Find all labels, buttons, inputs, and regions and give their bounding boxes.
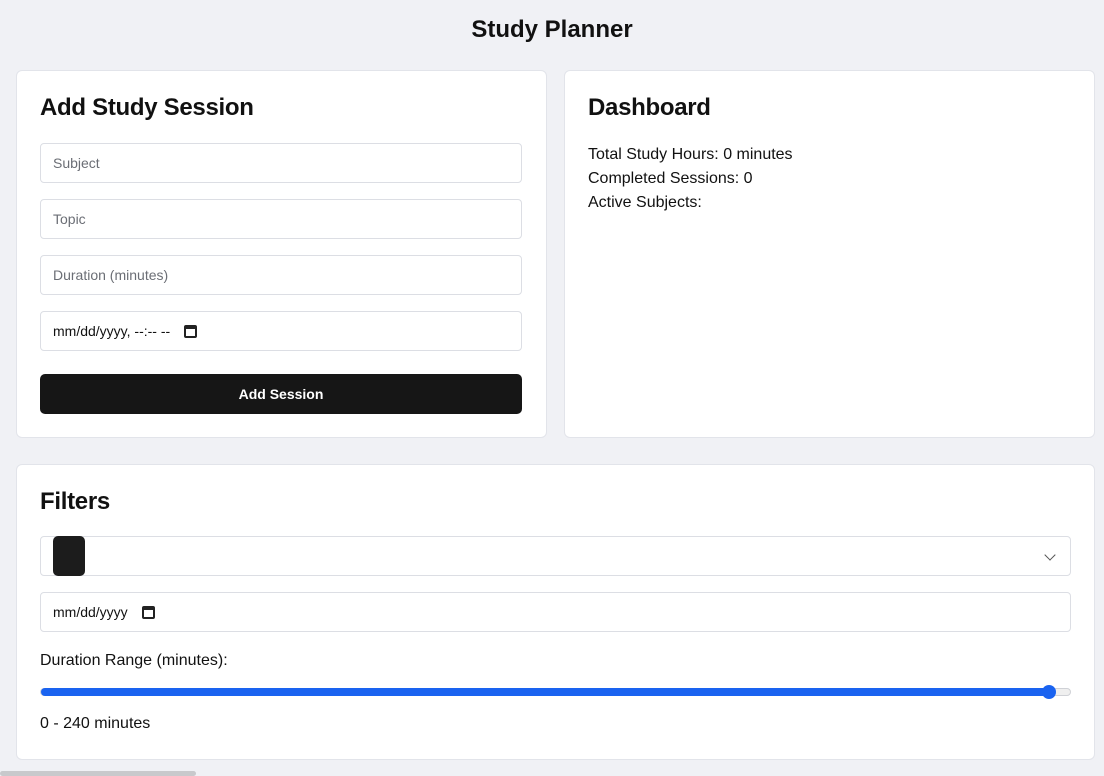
subject-input[interactable]: Subject	[40, 143, 522, 183]
slider-fill	[41, 688, 1049, 696]
active-subjects-label: Active Subjects:	[588, 194, 702, 211]
dashboard-card: Dashboard Total Study Hours: 0 minutes C…	[564, 70, 1095, 438]
duration-range-value: 0 - 240 minutes	[40, 715, 151, 732]
duration-input[interactable]: Duration (minutes)	[40, 255, 522, 295]
completed-sessions-stat: Completed Sessions: 0	[588, 167, 753, 191]
total-hours-stat: Total Study Hours: 0 minutes	[588, 143, 793, 167]
date-filter-input[interactable]: mm/dd/yyyy	[40, 592, 1071, 632]
active-subjects-stat: Active Subjects:	[588, 191, 702, 215]
dashboard-title: Dashboard	[588, 94, 711, 121]
add-session-button[interactable]: Add Session	[40, 374, 522, 414]
topic-input[interactable]: Topic	[40, 199, 522, 239]
total-hours-label: Total Study Hours:	[588, 146, 719, 163]
total-hours-value: 0 minutes	[723, 146, 793, 163]
subject-color-swatch	[53, 536, 85, 576]
completed-sessions-value: 0	[743, 170, 753, 187]
subject-filter-select[interactable]	[40, 536, 1071, 576]
slider-thumb[interactable]	[1042, 685, 1056, 699]
horizontal-scrollbar[interactable]	[0, 771, 196, 776]
filters-title: Filters	[40, 488, 110, 515]
chevron-down-icon	[1044, 549, 1056, 561]
calendar-icon[interactable]	[141, 605, 155, 619]
datetime-input[interactable]: mm/dd/yyyy, --:-- --	[40, 311, 522, 351]
duration-range-label: Duration Range (minutes):	[40, 652, 228, 669]
completed-sessions-label: Completed Sessions:	[588, 170, 740, 187]
datetime-placeholder: mm/dd/yyyy, --:-- --	[53, 323, 171, 339]
add-session-card: Add Study Session Subject Topic Duration…	[16, 70, 547, 438]
calendar-icon[interactable]	[184, 324, 198, 338]
add-session-title: Add Study Session	[40, 94, 254, 121]
date-filter-placeholder: mm/dd/yyyy	[53, 604, 128, 620]
filters-card: Filters mm/dd/yyyy Duration Range (minut…	[16, 464, 1095, 760]
page-title: Study Planner	[471, 16, 633, 43]
duration-slider[interactable]	[40, 685, 1071, 699]
